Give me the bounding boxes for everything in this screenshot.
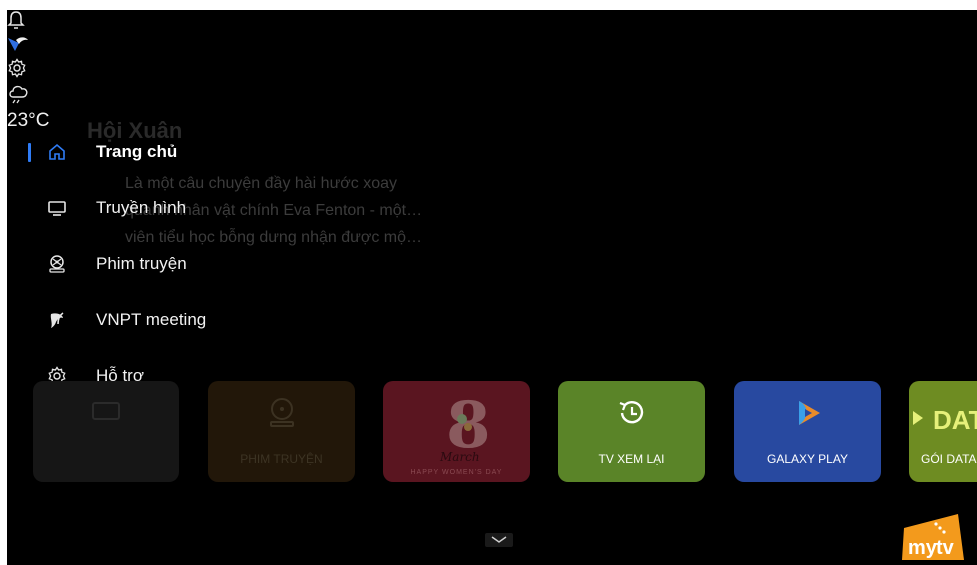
card-tv[interactable]: [33, 381, 179, 482]
card-tv-replay[interactable]: TV XEM LẠI: [558, 381, 705, 482]
card-label: TV XEM LẠI: [598, 452, 665, 466]
card-label: GÓI DATA: [921, 452, 977, 466]
menu-item-home[interactable]: Trang chủ: [7, 134, 407, 170]
menu-item-tv[interactable]: Truyền hình: [7, 190, 407, 226]
temperature-text: 23°C: [7, 110, 50, 131]
womens-day-subtitle: HAPPY WOMEN'S DAY: [410, 469, 503, 476]
vnpt-logo-icon[interactable]: [7, 35, 33, 58]
gear-icon[interactable]: [7, 58, 33, 83]
chevron-down-icon[interactable]: [485, 533, 513, 552]
card-data-package[interactable]: DAT GÓI DATA: [909, 381, 977, 482]
womens-day-banner: 8 March: [383, 389, 530, 469]
menu-item-label: Truyền hình: [96, 198, 187, 217]
weather-cloud-icon: [7, 83, 35, 110]
home-icon: [43, 138, 71, 166]
logo-text-my: my: [908, 537, 938, 559]
logo-text-tv: tv: [936, 537, 955, 559]
tv-icon: [33, 397, 179, 427]
active-indicator: [28, 143, 31, 162]
data-package-banner: DAT: [933, 405, 977, 435]
menu-item-movies[interactable]: Phim truyện: [7, 246, 407, 282]
replay-clock-icon: [558, 395, 705, 431]
tv-screen: Hội Xuân Là một câu chuyện đầy hài hước …: [7, 10, 977, 565]
bell-icon[interactable]: [7, 10, 31, 35]
menu-item-label: Phim truyện: [96, 254, 187, 273]
menu-item-label: Trang chủ: [96, 142, 178, 161]
play-triangle-icon: [913, 411, 923, 425]
tv-icon: [43, 194, 71, 222]
galaxy-play-icon: [734, 395, 881, 431]
card-galaxy-play[interactable]: GALAXY PLAY: [734, 381, 881, 482]
card-womens-day[interactable]: 8 March HAPPY WOMEN'S DAY: [383, 381, 530, 482]
vnpt-meeting-icon: [43, 306, 71, 334]
card-movies[interactable]: PHIM TRUYỆN: [208, 381, 355, 482]
menu-item-label: VNPT meeting: [96, 310, 207, 329]
film-reel-icon: [208, 395, 355, 429]
top-bar: 23°C: [7, 10, 977, 132]
mytv-logo: my tv: [902, 510, 972, 560]
card-label: PHIM TRUYỆN: [240, 452, 323, 466]
card-label: GALAXY PLAY: [767, 452, 848, 466]
menu-item-vnpt-meeting[interactable]: VNPT meeting: [7, 302, 407, 338]
film-reel-icon: [43, 250, 71, 278]
svg-text:March: March: [439, 450, 480, 464]
